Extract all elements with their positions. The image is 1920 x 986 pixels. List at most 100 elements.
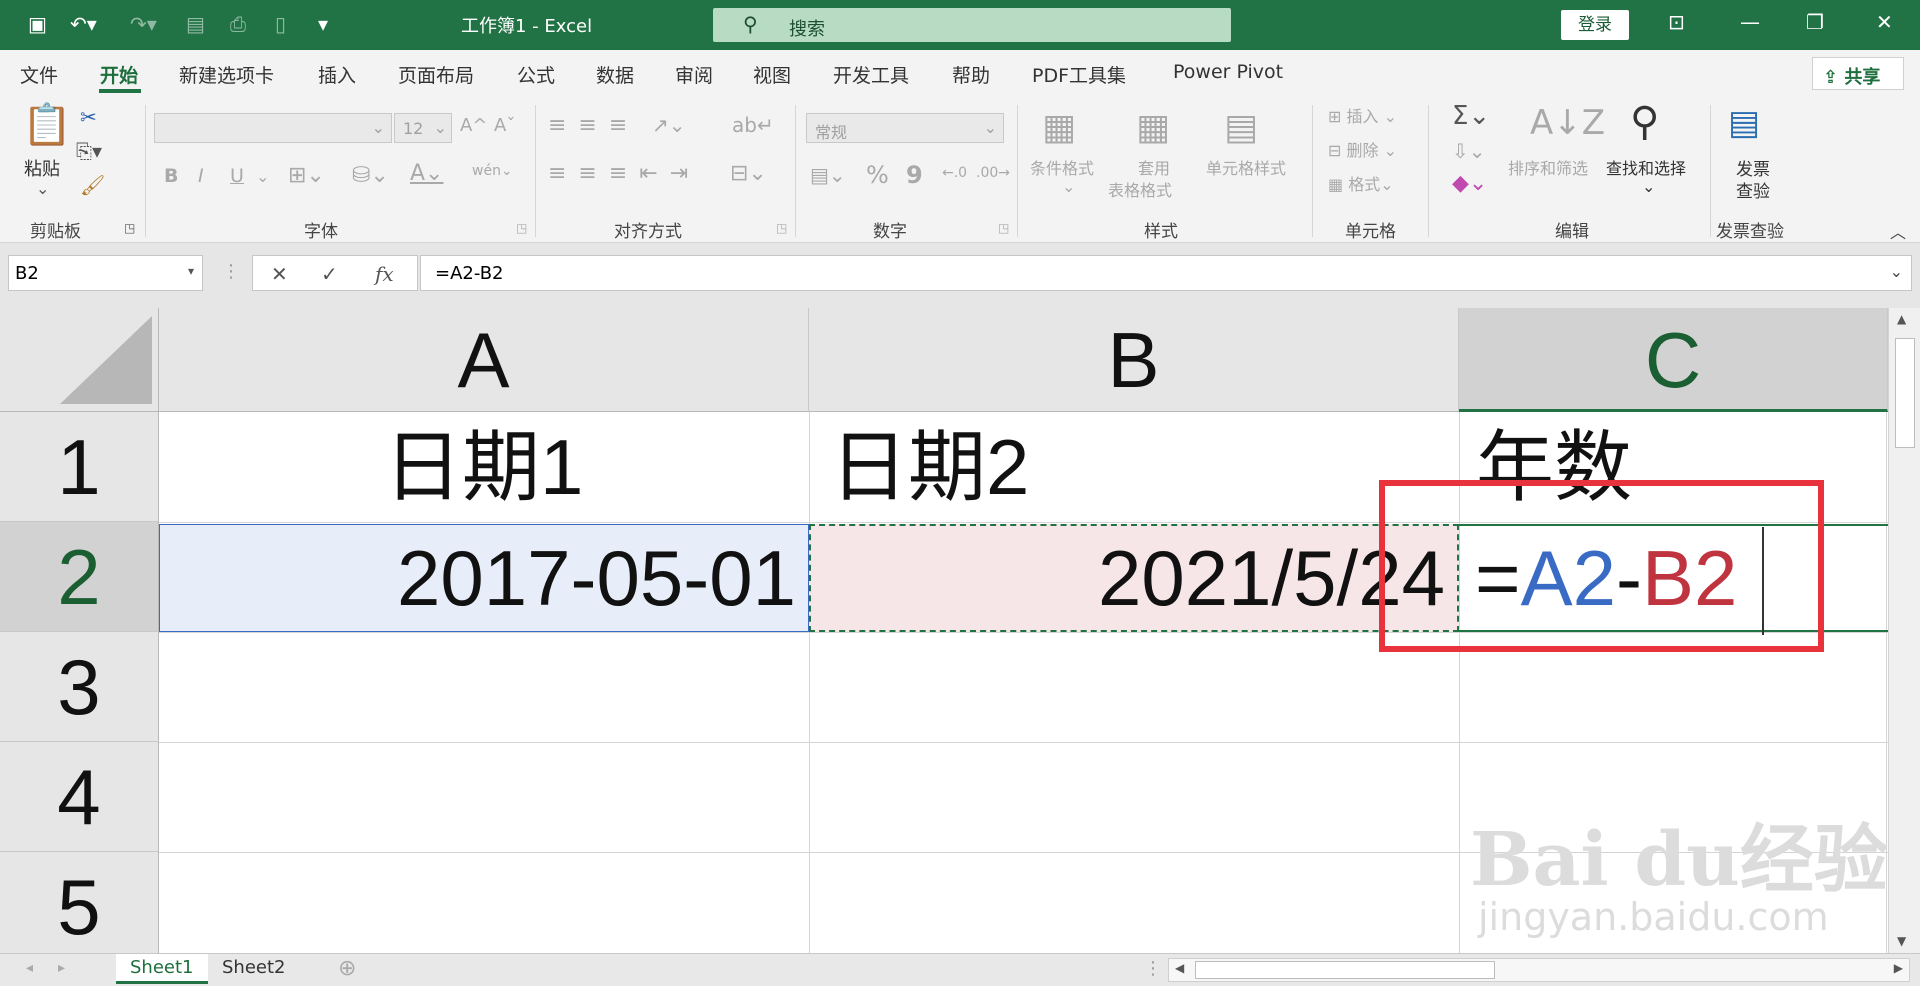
vertical-scrollbar[interactable]: ▲ ▼ — [1888, 308, 1920, 953]
invoice-check-label-2[interactable]: 查验 — [1736, 177, 1770, 202]
close-icon[interactable]: ✕ — [1876, 10, 1893, 34]
document-icon[interactable]: ▯ — [275, 12, 286, 36]
formula-input[interactable]: =A2-B2 ⌄ — [420, 255, 1912, 291]
column-header-a[interactable]: A — [159, 308, 809, 412]
accounting-format-icon[interactable]: ▤⌄ — [810, 163, 846, 187]
orientation-icon[interactable]: ↗⌄ — [652, 113, 686, 137]
sort-filter-label[interactable]: 排序和筛选 — [1508, 155, 1588, 179]
increase-font-icon[interactable]: A^ — [460, 115, 487, 136]
grip-icon[interactable]: ⋮ — [222, 261, 240, 282]
scroll-up-icon[interactable]: ▲ — [1897, 312, 1906, 326]
tab-review[interactable]: 审阅 — [675, 61, 713, 88]
row-header-3[interactable]: 3 — [0, 632, 159, 742]
cell-b1[interactable]: 日期2 — [830, 412, 1450, 522]
find-select-label[interactable]: 查找和选择 — [1606, 155, 1686, 179]
wrap-text-icon[interactable]: ab↵ — [732, 113, 774, 137]
tab-file[interactable]: 文件 — [20, 61, 58, 88]
insert-function-icon[interactable]: fx — [375, 262, 394, 286]
tab-pdf-tools[interactable]: PDF工具集 — [1032, 61, 1126, 88]
horizontal-align-icons[interactable]: ≡≡≡⇤⇥ — [548, 161, 700, 186]
tab-insert[interactable]: 插入 — [318, 61, 356, 88]
conditional-format-icon[interactable]: ▦ — [1042, 107, 1076, 148]
font-size-dropdown[interactable]: 12 ⌄ — [394, 113, 452, 143]
format-as-table-icon[interactable]: ▦ — [1136, 107, 1170, 148]
dialog-launcher-icon[interactable]: ◳ — [124, 221, 135, 235]
underline-dropdown-icon[interactable]: ⌄ — [256, 167, 269, 186]
sheet-tab-sheet2[interactable]: Sheet2 — [208, 954, 300, 984]
scroll-left-icon[interactable]: ◀ — [1175, 961, 1184, 975]
next-sheet-icon[interactable]: ▸ — [58, 960, 65, 976]
tab-data[interactable]: 数据 — [596, 61, 634, 88]
font-dialog-launcher-icon[interactable]: ◳ — [516, 221, 527, 235]
row-header-1[interactable]: 1 — [0, 412, 159, 522]
column-header-b[interactable]: B — [809, 308, 1459, 412]
conditional-format-label[interactable]: 条件格式 — [1030, 155, 1094, 179]
vertical-scroll-thumb[interactable] — [1895, 338, 1915, 448]
cell-a1[interactable]: 日期1 — [384, 412, 804, 522]
increase-decimal-icon[interactable]: ←.0 — [942, 165, 967, 181]
enter-icon[interactable]: ✓ — [321, 262, 338, 286]
cut-icon[interactable]: ✂ — [80, 105, 97, 129]
bold-button[interactable]: B — [164, 165, 178, 187]
delete-cells-button[interactable]: ⊟ 删除 ⌄ — [1328, 137, 1397, 161]
number-format-dropdown[interactable]: 常规 ⌄ — [806, 113, 1004, 143]
customize-qat-icon[interactable]: ▾ — [318, 12, 328, 36]
row-header-2[interactable]: 2 — [0, 522, 159, 632]
horizontal-scroll-thumb[interactable] — [1195, 961, 1495, 979]
sort-filter-icon[interactable]: A↓Z — [1530, 103, 1605, 143]
cell-styles-label[interactable]: 单元格样式 — [1206, 155, 1286, 179]
add-sheet-icon[interactable]: ⊕ — [338, 956, 356, 981]
cell-a2[interactable]: 2017-05-01 — [159, 524, 809, 632]
column-header-c[interactable]: C — [1459, 308, 1888, 412]
prev-sheet-icon[interactable]: ◂ — [26, 960, 33, 976]
paste-dropdown-icon[interactable]: ⌄ — [36, 179, 49, 198]
autosum-icon[interactable]: Σ⌄ — [1452, 101, 1490, 131]
vertical-align-icons[interactable]: ≡≡≡ — [548, 113, 639, 138]
ribbon-display-icon[interactable]: ⊡ — [1668, 10, 1685, 34]
decrease-decimal-icon[interactable]: .00→ — [976, 165, 1010, 181]
font-name-dropdown[interactable]: ⌄ — [154, 113, 392, 143]
alignment-dialog-launcher-icon[interactable]: ◳ — [776, 221, 787, 235]
horizontal-scrollbar[interactable]: ◀ ▶ — [1168, 958, 1910, 982]
scroll-down-icon[interactable]: ▼ — [1897, 934, 1906, 948]
insert-cells-button[interactable]: ⊞ 插入 ⌄ — [1328, 103, 1397, 127]
share-button[interactable]: ⇪ 共享 — [1812, 57, 1904, 90]
tab-help[interactable]: 帮助 — [952, 61, 990, 88]
cancel-icon[interactable]: ✕ — [271, 262, 288, 286]
tab-page-layout[interactable]: 页面布局 — [398, 61, 474, 88]
tab-formulas[interactable]: 公式 — [517, 61, 555, 88]
merge-center-icon[interactable]: ⊟⌄ — [730, 161, 767, 186]
print-preview-icon[interactable]: ⎙ — [230, 12, 246, 36]
paste-label[interactable]: 粘贴 — [24, 155, 60, 181]
row-header-5[interactable]: 5 — [0, 852, 159, 953]
cell-b2[interactable]: 2021/5/24 — [809, 524, 1459, 632]
tab-split-handle-icon[interactable]: ⋮ — [1144, 958, 1162, 979]
comma-button[interactable]: 9 — [906, 161, 923, 189]
fill-color-icon[interactable]: ⛁⌄ — [352, 163, 389, 188]
format-as-table-label-2[interactable]: 表格格式 — [1108, 177, 1172, 201]
format-painter-icon[interactable]: 🖌 — [80, 173, 105, 197]
phonetic-icon[interactable]: wén⌄ — [472, 163, 513, 179]
number-dialog-launcher-icon[interactable]: ◳ — [998, 221, 1009, 235]
select-all-button[interactable] — [0, 308, 159, 412]
conditional-format-dropdown-icon[interactable]: ⌄ — [1062, 177, 1075, 196]
sheet-tab-sheet1[interactable]: Sheet1 — [116, 954, 208, 984]
tab-new-tab[interactable]: 新建选项卡 — [179, 61, 274, 88]
decrease-font-icon[interactable]: Aˇ — [494, 115, 515, 136]
tab-power-pivot[interactable]: Power Pivot — [1173, 61, 1283, 83]
tab-developer[interactable]: 开发工具 — [833, 61, 909, 88]
save-icon[interactable]: ▣ — [28, 12, 47, 36]
collapse-ribbon-icon[interactable]: ︿ — [1890, 219, 1906, 243]
scroll-right-icon[interactable]: ▶ — [1894, 961, 1903, 975]
format-cells-button[interactable]: ▦ 格式⌄ — [1328, 171, 1394, 195]
row-header-4[interactable]: 4 — [0, 742, 159, 852]
redo-icon[interactable]: ↷▾ — [130, 12, 157, 36]
form-icon[interactable]: ▤ — [186, 12, 205, 36]
border-icon[interactable]: ⊞⌄ — [288, 163, 325, 188]
font-color-icon[interactable]: A⌄ — [410, 161, 443, 186]
expand-formula-icon[interactable]: ⌄ — [1890, 262, 1903, 281]
invoice-check-icon[interactable]: ▤ — [1728, 103, 1760, 143]
clear-icon[interactable]: ◆⌄ — [1452, 171, 1487, 196]
underline-button[interactable]: U — [230, 165, 244, 187]
name-box[interactable]: B2 ▾ — [8, 255, 203, 291]
